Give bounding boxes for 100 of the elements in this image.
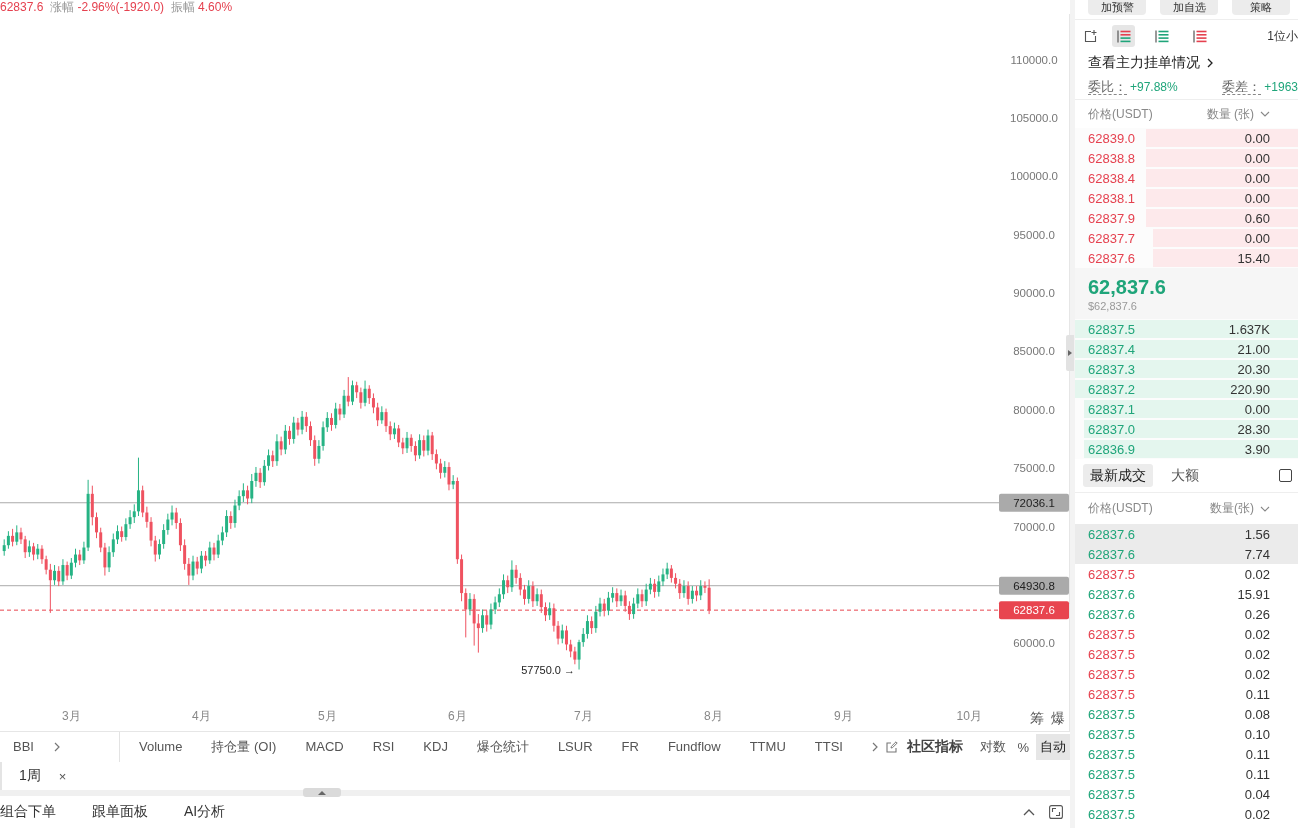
indicator-tab[interactable]: KDJ: [423, 736, 448, 758]
community-indicators-button[interactable]: 社区指标: [886, 738, 964, 756]
low-price-marker: 57750.0 →: [521, 663, 576, 676]
column-header: 价格(USDT): [1088, 105, 1153, 123]
trade-quantity: 0.08: [1244, 706, 1270, 722]
trade-price: 62837.5: [1088, 786, 1135, 802]
trade-quantity: 0.04: [1244, 786, 1270, 802]
month-axis-label: 7月: [573, 709, 593, 723]
change-label: 涨幅: [50, 0, 75, 14]
bid-quantity: 28.30: [1237, 421, 1270, 437]
indicator-tab[interactable]: TTMU: [749, 736, 786, 758]
mid-price-usd: $62,837.6: [1088, 298, 1137, 313]
action-button[interactable]: 加自选: [1160, 0, 1218, 15]
trade-price: 62837.5: [1088, 706, 1135, 722]
price-axis-label: 75000.0: [1013, 462, 1055, 475]
mid-price: 62,837.6: [1088, 274, 1166, 299]
scale-mode-button[interactable]: %: [1013, 734, 1033, 760]
price-axis-label: 60000.0: [1013, 637, 1055, 650]
trade-quantity: 0.11: [1245, 686, 1270, 702]
bid-diff-label: 委差：: [1222, 78, 1262, 95]
ask-quantity: 0.00: [1244, 130, 1270, 146]
action-button[interactable]: 加预警: [1088, 0, 1146, 15]
view-mode-button[interactable]: [1112, 25, 1135, 47]
month-axis-label: 8月: [704, 709, 723, 723]
price-axis-label: 95000.0: [1013, 228, 1055, 241]
precision-dropdown[interactable]: 1位小: [1267, 27, 1298, 45]
trade-quantity: 0.02: [1244, 626, 1270, 642]
indicator-tab[interactable]: 持仓量 (OI): [211, 736, 277, 758]
indicator-tab[interactable]: Fundflow: [667, 736, 721, 758]
price-axis-label: 70000.0: [1013, 520, 1055, 533]
scale-mode-button[interactable]: 自动: [1036, 734, 1070, 760]
trade-quantity: 0.02: [1244, 666, 1270, 682]
chevron-right-icon: [872, 742, 879, 752]
square-plus-icon[interactable]: [1084, 29, 1097, 43]
ask-price: 62837.7: [1088, 230, 1135, 246]
trade-price: 62837.5: [1088, 746, 1135, 762]
bid-ratio-value: +97.88%: [1130, 79, 1178, 94]
order-book-lines-icon: [1154, 29, 1169, 43]
ref-line-label: 72036.1: [1013, 496, 1055, 509]
chevron-down-icon[interactable]: [1260, 505, 1270, 512]
trades-tab[interactable]: 最新成交: [1083, 464, 1153, 487]
bid-quantity: 1.637K: [1228, 321, 1270, 337]
order-book-lines-icon: [1116, 29, 1131, 43]
bottom-tab[interactable]: 跟单面板: [92, 800, 148, 824]
trades-tab[interactable]: 大额: [1164, 464, 1206, 487]
indicator-tab[interactable]: RSI: [372, 736, 395, 758]
close-button[interactable]: ×: [58, 768, 67, 784]
trade-price: 62837.5: [1088, 666, 1135, 682]
month-axis-label: 6月: [448, 709, 467, 723]
tab-label[interactable]: 1周: [19, 767, 41, 785]
month-axis-label: 10月: [956, 709, 982, 723]
indicator-tab[interactable]: 爆仓统计: [476, 736, 529, 758]
change-value: -2.96%(-1920.0): [77, 0, 165, 14]
ref-line-label: 64930.8: [1013, 579, 1055, 592]
price-tag: 62837.6: [999, 601, 1069, 620]
main-orders-link[interactable]: 查看主力挂单情况: [1075, 52, 1298, 74]
ask-price: 62839.0: [1088, 130, 1135, 146]
scale-mode-button[interactable]: 对数: [976, 734, 1011, 760]
indicator-tab[interactable]: LSUR: [557, 736, 593, 758]
indicator-tab[interactable]: TTSI: [814, 736, 843, 758]
chart-overlay-toggle[interactable]: 筹: [1030, 708, 1044, 728]
bid-price: 62837.1: [1088, 401, 1135, 417]
expand-icon: [1049, 805, 1063, 819]
trade-quantity: 0.10: [1244, 726, 1270, 742]
panel-toggle-handle[interactable]: [303, 788, 341, 797]
indicator-tab[interactable]: BBI: [13, 736, 34, 758]
ask-quantity: 0.00: [1244, 170, 1270, 186]
chart-overlay-toggle[interactable]: 爆: [1051, 708, 1065, 728]
scroll-right-button[interactable]: [872, 742, 879, 752]
column-header: 价格(USDT): [1088, 500, 1153, 517]
chevron-right-icon: [53, 742, 60, 752]
trade-price: 62837.6: [1088, 586, 1135, 602]
bottom-tab[interactable]: AI分析: [184, 800, 226, 824]
indicator-tab[interactable]: MACD: [305, 736, 344, 758]
chevron-right-icon: [1207, 58, 1213, 68]
amplitude-value: 4.60%: [198, 0, 233, 14]
price-axis-label: 105000.0: [1010, 111, 1058, 124]
trade-quantity: 15.91: [1237, 586, 1270, 602]
collapse-button[interactable]: [1023, 808, 1035, 816]
trade-price: 62837.5: [1088, 646, 1135, 662]
indicator-tab[interactable]: FR: [621, 736, 639, 758]
checkbox[interactable]: [1279, 469, 1292, 482]
bid-price: 62837.5: [1088, 321, 1135, 337]
indicator-tab[interactable]: Volume: [139, 736, 183, 758]
expand-button[interactable]: [53, 742, 60, 752]
trade-price: 62837.5: [1088, 686, 1135, 702]
trade-quantity: 0.02: [1244, 646, 1270, 662]
chevron-up-icon: [1023, 808, 1035, 816]
ask-quantity: 0.00: [1244, 150, 1270, 166]
panel-collapse-handle[interactable]: [1066, 335, 1074, 371]
price-axis-label: 85000.0: [1013, 345, 1055, 358]
chevron-down-icon[interactable]: [1260, 111, 1270, 117]
action-button[interactable]: 策略: [1232, 0, 1290, 15]
bottom-tab[interactable]: 组合下单: [0, 800, 56, 824]
trade-price: 62837.6: [1088, 546, 1135, 562]
maximize-button[interactable]: [1049, 805, 1063, 819]
price-axis-label: 110000.0: [1010, 53, 1058, 66]
trade-quantity: 0.11: [1245, 746, 1270, 762]
bid-quantity: 20.30: [1237, 361, 1270, 377]
trade-price: 62837.5: [1088, 726, 1135, 742]
